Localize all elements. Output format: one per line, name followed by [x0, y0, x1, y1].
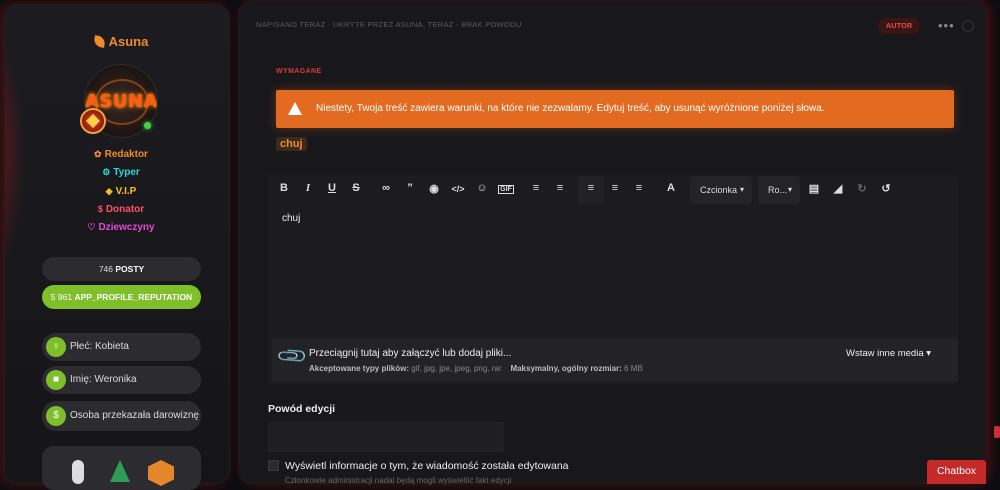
gif-icon[interactable]: GIF: [498, 185, 514, 194]
bullet-list-icon[interactable]: ≡: [528, 182, 544, 194]
align-right-icon[interactable]: ≡: [631, 182, 647, 194]
gear-icon: ⚙: [102, 167, 111, 177]
edit-reason-input[interactable]: [268, 422, 504, 452]
heart-icon: ♡: [87, 222, 96, 232]
align-left-icon[interactable]: ≡: [583, 182, 599, 194]
dollar-icon: $: [46, 406, 66, 426]
award-badge-icon[interactable]: [148, 460, 174, 486]
role-typer: ⚙ Typer: [102, 167, 140, 178]
leaf-icon: ✿: [94, 149, 102, 159]
font-dropdown[interactable]: Czcionka: [690, 176, 752, 204]
role-donator: $ Donator: [97, 204, 145, 215]
role-dziewczyny: ♡ Dziewczyny: [87, 222, 155, 233]
online-indicator-icon: [144, 122, 151, 129]
username[interactable]: Asuna: [0, 34, 242, 49]
warning-banner: Niestety, Twoja treść zawiera warunki, n…: [276, 90, 954, 142]
gender-icon: ♀: [46, 337, 66, 357]
redo-icon: ↻: [857, 183, 867, 195]
author-badge: AUTOR: [878, 18, 920, 34]
editor-toolbar: B I U S ∞ ” ◉ </> ☺ GIF ≡ ≡ ≡ ≡ ≡ A Czci…: [268, 176, 958, 204]
post-meta: NAPISANO TERAZ · UKRYTE PRZEZ ASUNA, TER…: [256, 20, 522, 29]
page: Asuna ASUNA ✿ Redaktor ⚙ Typer ◆ V.I.P $ Don…: [0, 0, 1000, 490]
tree-icon[interactable]: [110, 460, 130, 482]
diamond-icon: ◆: [105, 186, 113, 196]
role-redaktor: ✿ Redaktor: [94, 149, 148, 160]
numbered-list-icon[interactable]: ≡: [552, 182, 568, 194]
show-edit-label[interactable]: Wyświetl informacje o tym, że wiadomość …: [285, 460, 569, 472]
editor-content[interactable]: chuj: [282, 213, 300, 224]
underline-icon[interactable]: U: [324, 182, 340, 194]
required-label: WYMAGANE: [276, 68, 322, 75]
leaf-icon: [92, 35, 106, 48]
awards-box: [42, 446, 201, 490]
select-post-checkbox[interactable]: [962, 20, 974, 32]
edit-reason-label: Powód edycji: [268, 403, 336, 415]
link-icon[interactable]: ∞: [378, 182, 394, 194]
code-icon[interactable]: </>: [450, 184, 466, 194]
emoji-icon[interactable]: ☺: [474, 182, 490, 194]
attach-limits: Akceptowane typy plików: gif, jpg, jpe, …: [309, 364, 643, 373]
align-center-icon[interactable]: ≡: [607, 182, 623, 194]
bold-icon[interactable]: B: [276, 182, 292, 194]
eraser-icon[interactable]: ◢: [830, 182, 846, 195]
reputation-pill[interactable]: 5 961 APP_PROFILE_REPUTATION: [42, 285, 201, 309]
insert-media-button[interactable]: Wstaw inne media ▾: [846, 348, 931, 359]
strikethrough-icon[interactable]: S: [348, 182, 364, 194]
highlighted-word: chuj: [276, 137, 307, 151]
font-size-dropdown[interactable]: Ro...: [758, 176, 800, 204]
scrollbar-thumb[interactable]: [994, 426, 1000, 438]
document-icon[interactable]: ▤: [806, 182, 822, 195]
field-donation: $ Osoba przekazała darowiznę: [42, 401, 201, 431]
warning-icon: [288, 102, 302, 142]
more-options-icon[interactable]: •••: [938, 18, 955, 33]
text-color-icon[interactable]: A: [663, 182, 679, 194]
caret-down-icon: ▾: [926, 348, 932, 359]
chatbox-button[interactable]: Chatbox: [927, 460, 986, 484]
field-name: ■ Imię: Weronika: [42, 366, 201, 394]
italic-icon[interactable]: I: [300, 182, 316, 194]
dollar-icon: $: [97, 204, 103, 214]
attach-title[interactable]: Przeciągnij tutaj aby załączyć lub dodaj…: [309, 348, 511, 359]
undo-icon[interactable]: ↺: [878, 182, 894, 195]
show-edit-checkbox[interactable]: [268, 460, 279, 471]
id-icon: ■: [46, 370, 66, 390]
role-vip: ◆ V.I.P: [105, 186, 137, 197]
attachment-dropzone[interactable]: [272, 338, 958, 382]
preview-icon[interactable]: ◉: [426, 182, 442, 195]
quote-icon[interactable]: ”: [402, 182, 418, 194]
rank-badge-icon: [80, 108, 106, 134]
microphone-icon[interactable]: [72, 460, 84, 484]
posts-count-pill[interactable]: 746 POSTY: [42, 257, 201, 281]
field-gender: ♀ Płeć: Kobieta: [42, 333, 201, 361]
